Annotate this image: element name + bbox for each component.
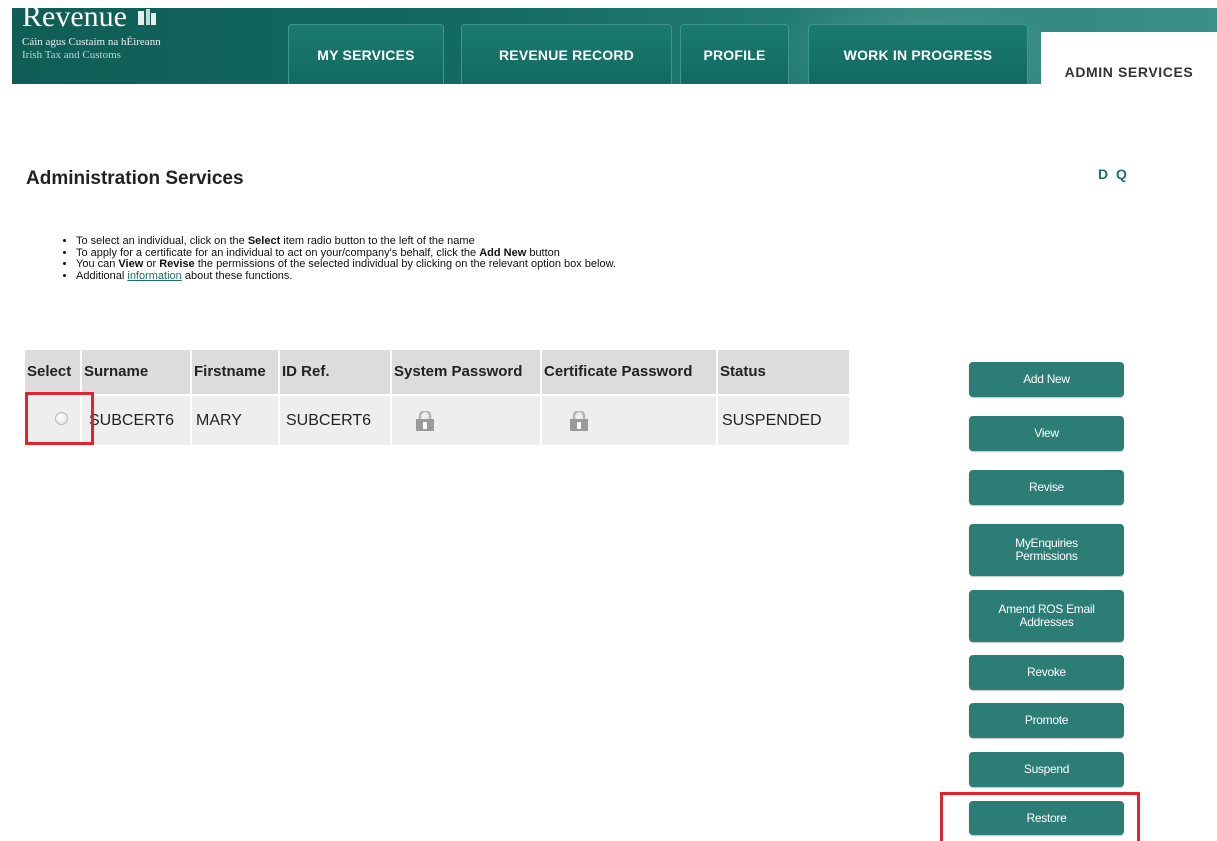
surname-cell: SUBCERT6 [81, 394, 192, 445]
select-radio[interactable] [55, 411, 68, 425]
suspend-button[interactable]: Suspend [969, 752, 1124, 787]
column-id-ref: ID Ref. [279, 350, 392, 395]
column-select: Select [25, 350, 82, 395]
column-certificate-password: Certificate Password [541, 350, 718, 395]
table-header-row: Select Surname Firstname ID Ref. System … [25, 350, 851, 395]
tab-revenue-record[interactable]: REVENUE RECORD [461, 24, 672, 84]
promote-button[interactable]: Promote [969, 703, 1124, 738]
page-title: Administration Services [26, 168, 244, 189]
amend-ros-email-addresses-button[interactable]: Amend ROS Email Addresses [969, 590, 1124, 642]
brand-subtitle-irish: Cáin agus Custaim na hÉireann [22, 36, 161, 48]
revoke-button[interactable]: Revoke [969, 655, 1124, 690]
brand-subtitle-english: Irish Tax and Customs [22, 49, 121, 61]
tab-my-services[interactable]: MY SERVICES [288, 24, 444, 84]
instructions-list: To select an individual, click on the Se… [60, 235, 740, 283]
revenue-logo[interactable]: Revenue Cáin agus Custaim na hÉireann Ir… [22, 8, 161, 61]
select-cell [25, 394, 82, 445]
view-button[interactable]: View [969, 416, 1124, 451]
tab-admin-services[interactable]: ADMIN SERVICES [1041, 32, 1217, 84]
add-new-button[interactable]: Add New [969, 362, 1124, 397]
table-row: SUBCERT6 MARY SUBCERT6 SUSPENDED [25, 394, 851, 445]
certificate-password-cell [541, 394, 718, 445]
lock-icon[interactable] [569, 411, 589, 431]
id-ref-cell: SUBCERT6 [279, 394, 392, 445]
lock-icon[interactable] [415, 411, 435, 431]
instruction-item: Additional information about these funct… [76, 270, 740, 283]
brand-name: Revenue [22, 8, 127, 33]
system-password-cell [391, 394, 542, 445]
individuals-table: Select Surname Firstname ID Ref. System … [25, 350, 851, 445]
site-header: Revenue Cáin agus Custaim na hÉireann Ir… [12, 8, 1217, 84]
tab-profile[interactable]: PROFILE [680, 24, 789, 84]
restore-button[interactable]: Restore [969, 801, 1124, 835]
column-status: Status [717, 350, 851, 395]
harp-icon [137, 9, 156, 25]
dq-links[interactable]: D Q [1098, 166, 1129, 182]
column-firstname: Firstname [191, 350, 280, 395]
firstname-cell: MARY [191, 394, 280, 445]
information-link[interactable]: information [127, 270, 181, 282]
revise-button[interactable]: Revise [969, 470, 1124, 505]
column-system-password: System Password [391, 350, 542, 395]
tab-work-in-progress[interactable]: WORK IN PROGRESS [808, 24, 1028, 84]
myenquiries-permissions-button[interactable]: MyEnquiries Permissions [969, 524, 1124, 576]
status-cell: SUSPENDED [717, 394, 851, 445]
column-surname: Surname [81, 350, 192, 395]
